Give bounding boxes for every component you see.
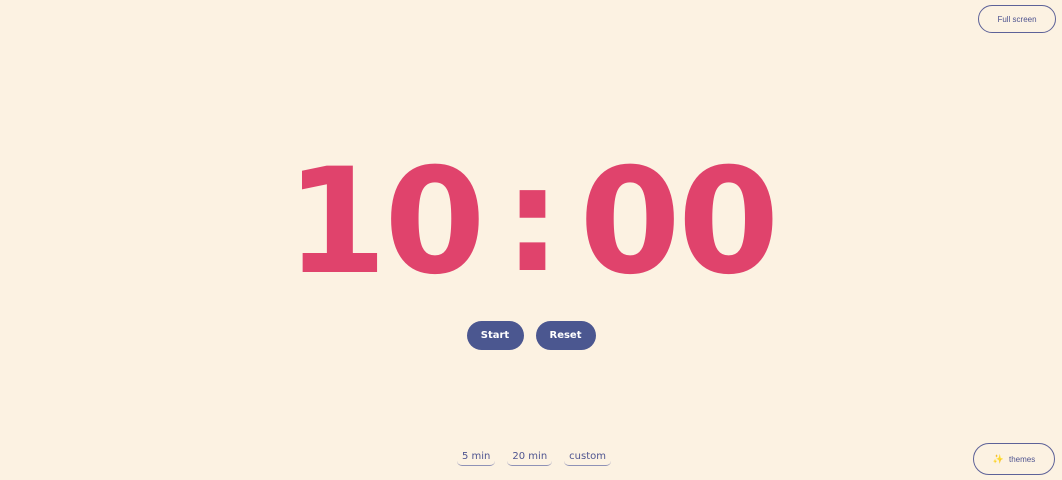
preset-20-min[interactable]: 20 min — [507, 447, 553, 466]
preset-5-min[interactable]: 5 min — [457, 447, 496, 466]
themes-label: themes — [1008, 454, 1036, 464]
themes-button[interactable]: ✨ themes — [973, 443, 1055, 475]
start-button[interactable]: Start — [466, 321, 524, 350]
timer-minutes: 10 — [285, 137, 486, 307]
sparkle-icon: ✨ — [992, 453, 1004, 464]
preset-custom[interactable]: custom — [564, 447, 611, 466]
reset-button[interactable]: Reset — [535, 321, 596, 350]
timer-controls: Start Reset — [0, 321, 1062, 350]
preset-list: 5 min 20 min custom — [457, 447, 611, 466]
fullscreen-button[interactable]: Full screen — [978, 5, 1056, 33]
timer-display: 10 : 00 — [0, 135, 1062, 307]
timer-separator: : — [503, 135, 561, 305]
timer-seconds: 00 — [579, 137, 779, 307]
